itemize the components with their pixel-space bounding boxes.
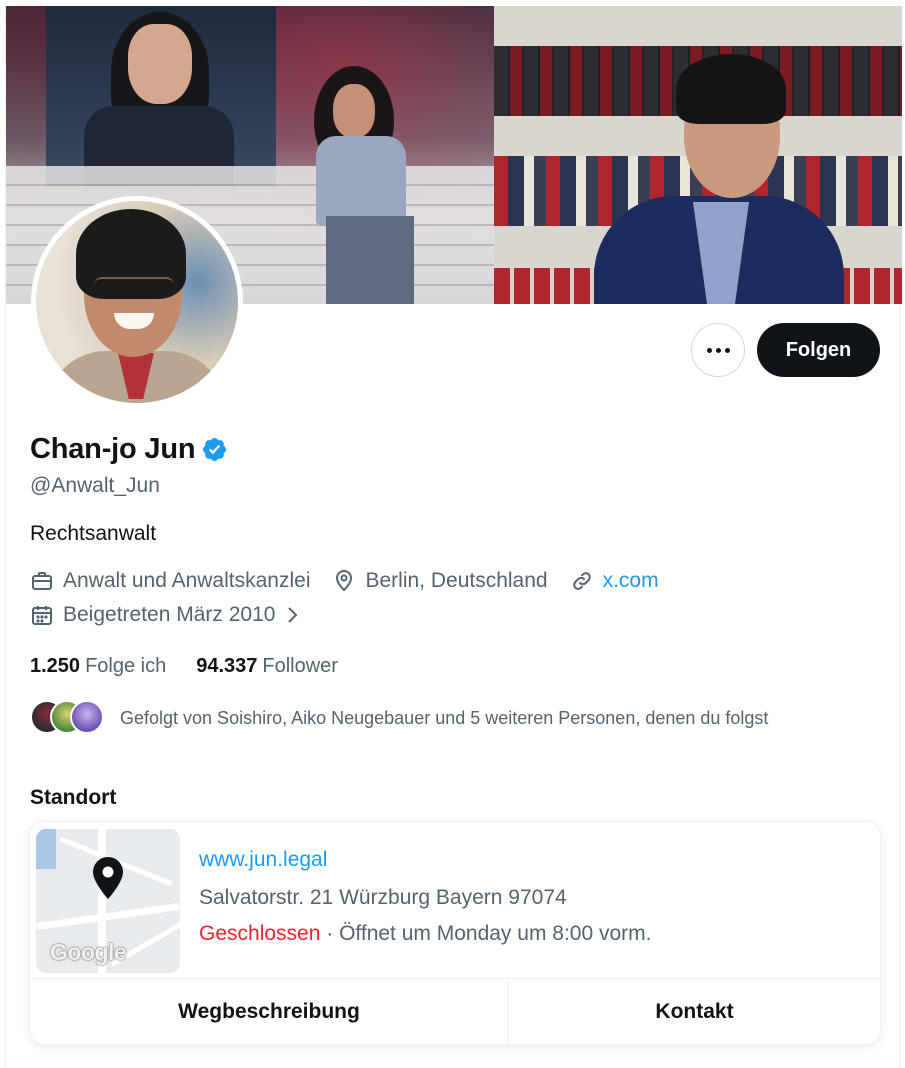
location-pin-icon xyxy=(336,570,353,592)
more-options-button[interactable] xyxy=(691,323,745,377)
joined-label: Beigetreten März 2010 xyxy=(63,603,276,626)
briefcase-icon xyxy=(32,572,52,590)
followers-stat[interactable]: 94.337 Follower xyxy=(196,655,338,678)
verified-badge-icon[interactable] xyxy=(201,436,228,463)
location-card: Google www.jun.legal Salvatorstr. 21 Wür… xyxy=(30,822,880,1044)
website-link[interactable]: x.com xyxy=(603,569,659,593)
calendar-icon xyxy=(32,606,52,625)
profile-bio: Rechtsanwalt xyxy=(30,522,157,545)
contact-button[interactable]: Kontakt xyxy=(509,979,880,1044)
profile-stats: 1.250 Folge ich 94.337 Follower xyxy=(30,655,368,678)
followed-by-text: Gefolgt von Soishiro, Aiko Neugebauer un… xyxy=(120,707,769,728)
link-icon xyxy=(572,572,591,590)
profile-name: Chan-jo Jun xyxy=(30,433,196,465)
followed-by-row[interactable]: Gefolgt von Soishiro, Aiko Neugebauer un… xyxy=(30,700,768,736)
category-label: Anwalt und Anwaltskanzlei xyxy=(63,569,311,592)
following-count: 1.250 xyxy=(30,655,81,677)
profile-name-row: Chan-jo Jun xyxy=(30,433,228,466)
opening-hours-text: · Öffnet um Monday um 8:00 vorm. xyxy=(320,922,652,945)
map-pin-icon xyxy=(93,857,123,899)
website-item[interactable]: x.com xyxy=(570,569,659,593)
profile-avatar[interactable] xyxy=(31,196,243,408)
opening-hours: Geschlossen · Öffnet um Monday um 8:00 v… xyxy=(199,922,651,946)
followers-label: Follower xyxy=(262,655,338,677)
profile-joined-row[interactable]: Beigetreten März 2010 xyxy=(30,603,323,627)
map-thumbnail[interactable]: Google xyxy=(36,829,180,973)
location-actions: Wegbeschreibung Kontakt xyxy=(30,978,880,1044)
location-item: Berlin, Deutschland xyxy=(332,569,548,593)
following-label: Folge ich xyxy=(85,655,167,677)
location-info: www.jun.legal Salvatorstr. 21 Würzburg B… xyxy=(199,848,651,946)
follow-button[interactable]: Folgen xyxy=(757,323,880,377)
joined-item[interactable]: Beigetreten März 2010 xyxy=(30,603,301,627)
location-address: Salvatorstr. 21 Würzburg Bayern 97074 xyxy=(199,886,567,909)
location-website-link[interactable]: www.jun.legal xyxy=(199,848,651,872)
profile-page: Folgen Chan-jo Jun @Anwalt_Jun Rechtsanw… xyxy=(5,6,902,1068)
location-label: Berlin, Deutschland xyxy=(365,569,548,592)
avatar xyxy=(70,700,104,734)
profile-meta-row: Anwalt und Anwaltskanzlei Berlin, Deutsc… xyxy=(30,569,681,593)
status-badge: Geschlossen xyxy=(199,922,321,945)
chevron-right-icon xyxy=(288,607,298,623)
google-map-label: Google xyxy=(50,939,127,965)
profile-handle: @Anwalt_Jun xyxy=(30,474,160,497)
location-section-title: Standort xyxy=(30,786,117,809)
followers-count: 94.337 xyxy=(196,655,258,677)
more-horizontal-icon xyxy=(706,347,730,353)
directions-button[interactable]: Wegbeschreibung xyxy=(30,979,509,1044)
followed-by-avatars xyxy=(30,700,110,736)
category-item: Anwalt und Anwaltskanzlei xyxy=(30,569,310,593)
following-stat[interactable]: 1.250 Folge ich xyxy=(30,655,166,678)
